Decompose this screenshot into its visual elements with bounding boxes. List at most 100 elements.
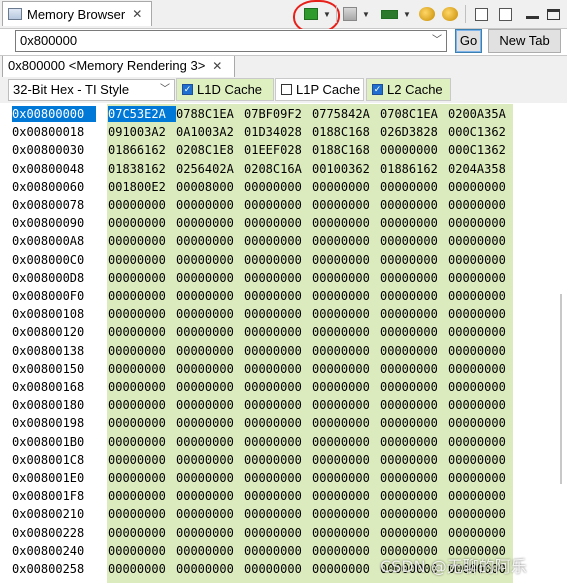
memory-cell[interactable]: 00000000 (244, 525, 312, 541)
memory-cell[interactable]: 00000000 (176, 233, 244, 249)
memory-cell[interactable]: 00000000 (312, 361, 380, 377)
memory-address[interactable]: 0x00800240 (12, 543, 96, 559)
memory-cell[interactable]: 00000000 (176, 397, 244, 413)
memory-cell[interactable]: 0A1003A2 (176, 124, 244, 140)
memory-cell[interactable]: 0188C168 (312, 142, 380, 158)
memory-cell[interactable]: 00000000 (448, 306, 516, 322)
memory-cell[interactable]: 00000000 (244, 561, 312, 577)
memory-cell[interactable]: 00000000 (448, 525, 516, 541)
memory-cell[interactable]: 00000000 (176, 561, 244, 577)
memory-cell[interactable]: 00000000 (176, 215, 244, 231)
memory-cell[interactable]: 00000000 (108, 361, 176, 377)
memory-cell[interactable]: 00000000 (244, 379, 312, 395)
memory-cell[interactable]: 00000000 (244, 270, 312, 286)
memory-cell[interactable]: 00000000 (448, 379, 516, 395)
memory-cell[interactable]: 00000000 (312, 452, 380, 468)
memory-cell[interactable]: 00000000 (380, 452, 448, 468)
memory-cell[interactable]: 00000000 (312, 434, 380, 450)
l1p-cache-toggle[interactable]: L1P Cache (275, 78, 364, 101)
memory-cell[interactable]: 00000000 (312, 197, 380, 213)
memory-cell[interactable]: 0208C16A (244, 161, 312, 177)
memory-cell[interactable]: 00000000 (380, 306, 448, 322)
chevron-down-icon[interactable]: ▼ (361, 5, 371, 23)
memory-cell[interactable]: 00100362 (312, 161, 380, 177)
memory-cell[interactable]: 00000000 (312, 270, 380, 286)
memory-cell[interactable]: 00000000 (244, 361, 312, 377)
memory-cell[interactable]: 00000000 (380, 361, 448, 377)
memory-cell[interactable]: 000C1362 (448, 142, 516, 158)
memory-cell[interactable]: 00000000 (176, 434, 244, 450)
memory-address[interactable]: 0x008000A8 (12, 233, 96, 249)
memory-address[interactable]: 0x00800078 (12, 197, 96, 213)
memory-address[interactable]: 0x00800138 (12, 343, 96, 359)
memory-cell[interactable]: 00000000 (108, 270, 176, 286)
memory-cell[interactable]: 00000000 (312, 288, 380, 304)
memory-cell[interactable]: 00000000 (312, 543, 380, 559)
memory-cell[interactable]: 000C1362 (448, 124, 516, 140)
memory-cell[interactable]: 00000000 (108, 397, 176, 413)
memory-cell[interactable]: 0708C1EA (380, 106, 448, 122)
memory-cell[interactable]: 00000000 (448, 197, 516, 213)
memory-cell[interactable]: 07C53E2A (108, 106, 176, 122)
memory-cell[interactable]: 00000000 (244, 452, 312, 468)
memory-cell[interactable]: 00000000 (176, 361, 244, 377)
memory-cell[interactable]: 0204A358 (448, 161, 516, 177)
memory-cell[interactable]: 00000000 (448, 288, 516, 304)
memory-cell[interactable]: 00000000 (244, 233, 312, 249)
memory-cell[interactable]: 00000000 (244, 324, 312, 340)
memory-address[interactable]: 0x008001E0 (12, 470, 96, 486)
memory-address[interactable]: 0x00800210 (12, 506, 96, 522)
memory-cell[interactable]: 00000000 (176, 543, 244, 559)
close-icon[interactable]: ✕ (212, 59, 222, 73)
import-icon[interactable] (418, 5, 436, 23)
memory-cell[interactable]: 00000000 (108, 506, 176, 522)
memory-cell[interactable]: 00000000 (380, 252, 448, 268)
memory-cell[interactable]: 00000000 (312, 379, 380, 395)
memory-cell[interactable]: 00000000 (176, 288, 244, 304)
memory-cell[interactable]: 00000000 (108, 434, 176, 450)
memory-address[interactable]: 0x00800030 (12, 142, 96, 158)
memory-cell[interactable]: 00000000 (108, 197, 176, 213)
memory-cell[interactable]: 01866162 (108, 142, 176, 158)
memory-grid[interactable]: 0x00800000 07C53E2A 0788C1EA 07BF09F2 077584… (0, 104, 567, 583)
memory-cell[interactable]: 07BF09F2 (244, 106, 312, 122)
new-tab-button[interactable]: New Tab (488, 29, 561, 53)
memory-cell[interactable]: 01886162 (380, 161, 448, 177)
memory-address[interactable]: 0x00800168 (12, 379, 96, 395)
memory-cell[interactable]: 00000000 (108, 324, 176, 340)
memory-cell[interactable]: 00000000 (380, 415, 448, 431)
memory-cell[interactable]: 00000000 (108, 415, 176, 431)
memory-cell[interactable]: 00000000 (380, 525, 448, 541)
memory-cell[interactable]: 00000000 (312, 561, 380, 577)
memory-address[interactable]: 0x00800150 (12, 361, 96, 377)
maximize-icon[interactable] (545, 5, 561, 23)
memory-cell[interactable]: 00000000 (244, 415, 312, 431)
memory-cell[interactable]: 0188C168 (312, 124, 380, 140)
memory-cell[interactable]: 091003A2 (108, 124, 176, 140)
memory-cell[interactable]: 00000000 (380, 142, 448, 158)
memory-cell[interactable]: 00000000 (312, 397, 380, 413)
memory-cell[interactable]: 00000000 (380, 270, 448, 286)
memory-cell[interactable]: 00000000 (108, 543, 176, 559)
memory-cell[interactable]: 00000000 (312, 415, 380, 431)
memory-address[interactable]: 0x00800048 (12, 161, 96, 177)
memory-cell[interactable]: 00000000 (448, 179, 516, 195)
memory-cell[interactable]: 00000000 (176, 343, 244, 359)
minimize-icon[interactable] (524, 5, 540, 23)
memory-cell[interactable]: 00000000 (244, 288, 312, 304)
memory-cell[interactable]: 00000000 (176, 324, 244, 340)
memory-address[interactable]: 0x00800198 (12, 415, 96, 431)
memory-cell[interactable]: 00000000 (448, 470, 516, 486)
memory-cell[interactable]: 00000000 (108, 452, 176, 468)
memory-cell[interactable]: 00000000 (448, 343, 516, 359)
memory-cell[interactable]: 00000000 (448, 233, 516, 249)
export-icon[interactable] (441, 5, 459, 23)
memory-cell[interactable]: 00000000 (380, 215, 448, 231)
memory-address[interactable]: 0x00800120 (12, 324, 96, 340)
go-button[interactable]: Go (455, 29, 482, 53)
memory-address[interactable]: 0x008000D8 (12, 270, 96, 286)
memory-address[interactable]: 0x00800258 (12, 561, 96, 577)
memory-cell[interactable]: 00000000 (176, 252, 244, 268)
memory-cell[interactable]: 026D3828 (380, 124, 448, 140)
memory-address[interactable]: 0x008000F0 (12, 288, 96, 304)
